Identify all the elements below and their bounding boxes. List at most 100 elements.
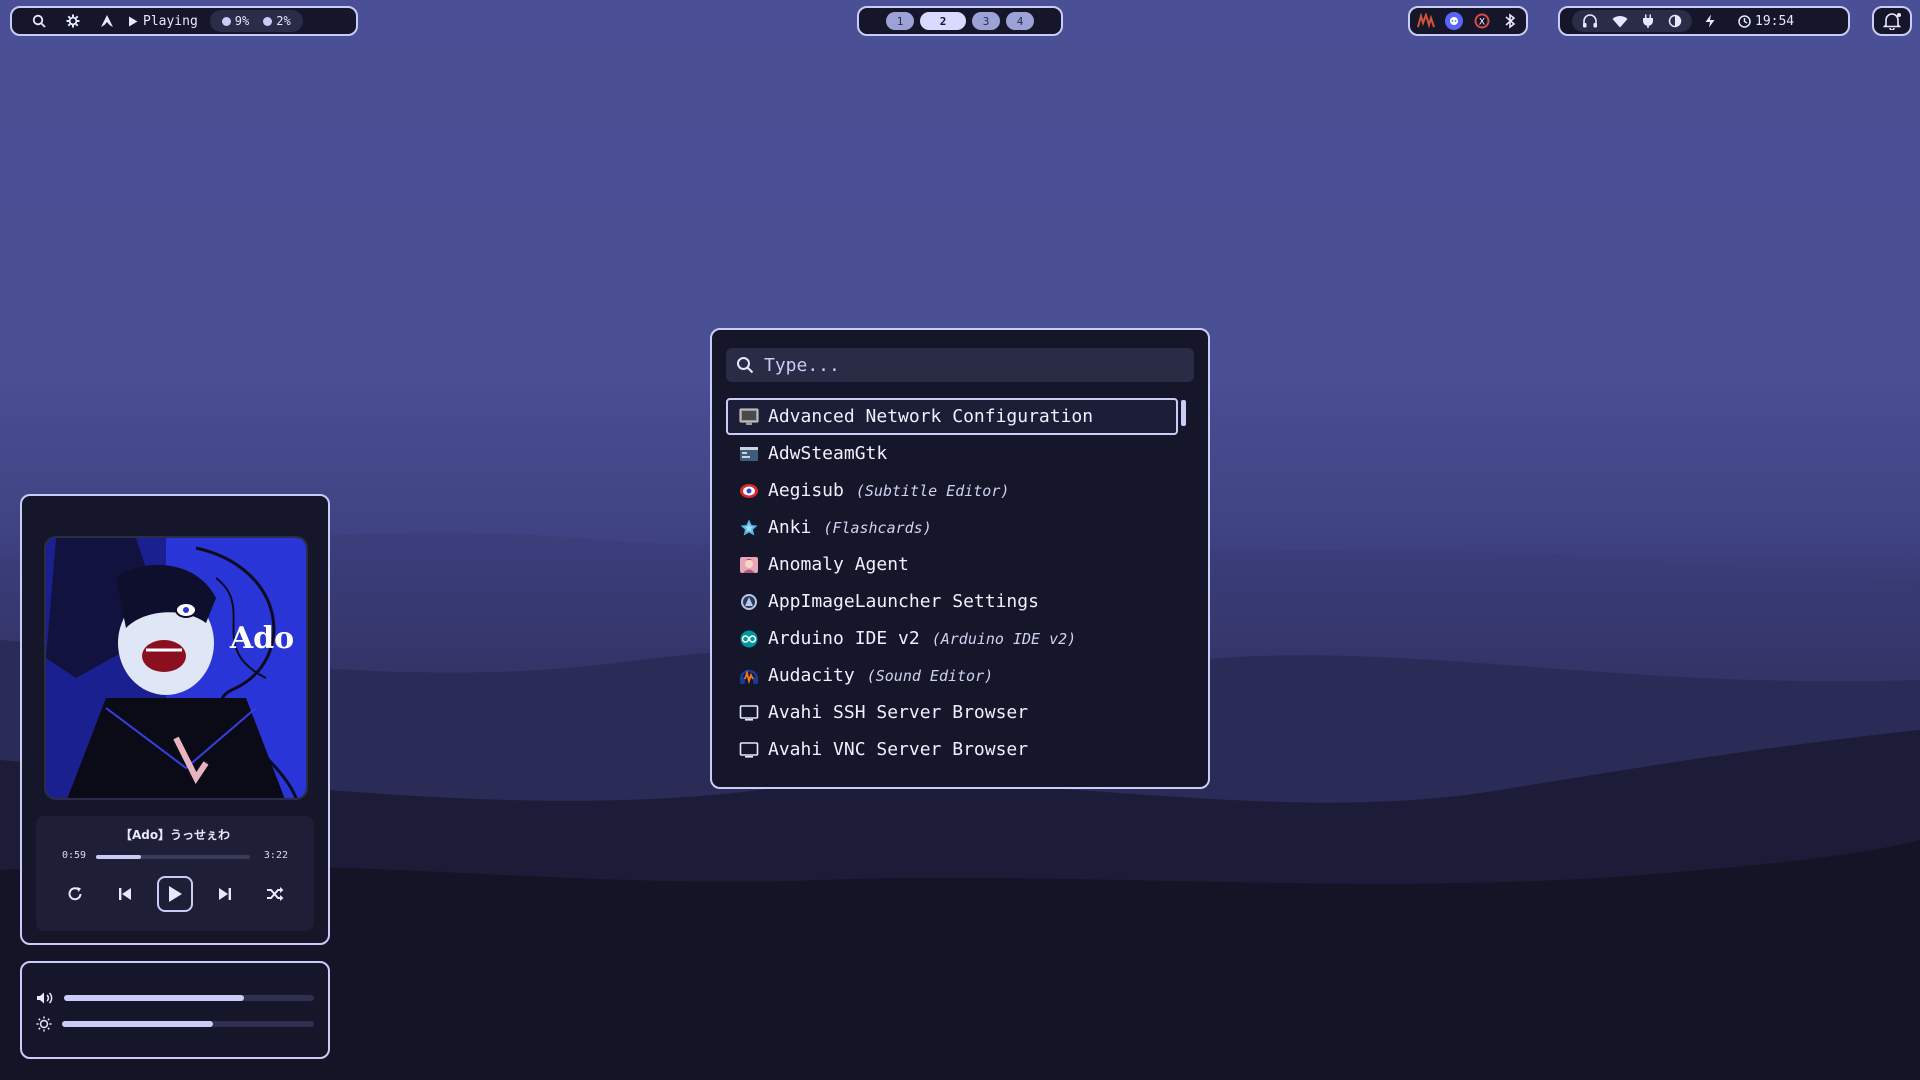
quick-sliders [20,961,330,1059]
launcher-item[interactable]: Advanced Network Configuration [726,398,1178,435]
cpu-icon [221,16,231,26]
workspace-3[interactable]: 3 [972,12,1000,30]
next-button[interactable] [207,876,243,912]
clock[interactable]: 19:54 [1738,14,1794,29]
launcher-item[interactable]: Anki (Flashcards) [726,509,1178,546]
arduino-icon [738,629,760,649]
clock-icon [1738,14,1751,28]
launcher-item-name: Advanced Network Configuration [768,406,1094,427]
gear-icon[interactable] [56,8,90,34]
launcher-item-name: Avahi SSH Server Browser [768,702,1029,723]
memory-usage: 2% [276,14,291,28]
search-icon [736,356,754,374]
memory-icon [263,16,273,26]
monitor-icon [738,740,760,760]
cpu-usage: 9% [234,14,250,28]
app-tray-icon[interactable]: X [1473,12,1491,30]
shuffle-button[interactable] [257,876,293,912]
launcher-item[interactable]: Audacity (Sound Editor) [726,657,1178,694]
aegisub-icon [738,481,760,501]
status-icons [1572,10,1692,32]
progress-fill [96,855,141,859]
workspace-1[interactable]: 1 [886,12,914,30]
launcher-item-name: AdwSteamGtk [768,443,888,464]
appimage-icon [738,592,760,612]
skip-next-icon [217,886,233,902]
launcher-item[interactable]: Aegisub (Subtitle Editor) [726,472,1178,509]
launcher-item-name: Audacity [768,665,855,686]
shuffle-icon [266,886,284,902]
song-title: 【Ado】うっせぇわ [119,828,231,842]
search-icon[interactable] [22,8,56,34]
bell-icon [1883,12,1901,30]
previous-button[interactable] [107,876,143,912]
power-plug-icon[interactable] [1642,14,1654,28]
album-cover: Ado [44,536,308,800]
workspace-2[interactable]: 2 [920,12,966,30]
elapsed-time: 0:59 [62,850,87,861]
power-profile-icon[interactable] [1704,14,1716,28]
launcher-search [726,348,1194,382]
media-status[interactable]: Playing [128,14,198,29]
play-icon [128,16,138,27]
launcher-item-description: (Sound Editor) [866,666,994,685]
system-indicators: 19:54 [1558,6,1850,36]
arch-logo-icon[interactable] [90,8,124,34]
media-controls: 【Ado】うっせぇわ 0:59 3:22 [36,816,314,931]
audio-visualizer-tray-icon[interactable] [1417,12,1435,30]
volume-fill [64,995,244,1001]
workspace-4[interactable]: 4 [1006,12,1034,30]
launcher-item-description: (Subtitle Editor) [855,481,1010,500]
topbar-left: Playing 9% 2% [10,6,358,36]
discord-tray-icon[interactable] [1445,12,1463,30]
launcher-item[interactable]: Anomaly Agent [726,546,1178,583]
launcher-item[interactable]: Avahi SSH Server Browser [726,694,1178,731]
launcher-item-name: Aegisub [768,480,844,501]
bluetooth-tray-icon[interactable] [1501,12,1519,30]
volume-icon [36,991,54,1005]
play-button[interactable] [157,876,193,912]
brightness-fill [62,1021,214,1027]
notifications-button[interactable] [1872,6,1912,36]
clock-time: 19:54 [1755,13,1795,29]
steam-gtk-icon [738,444,760,464]
launcher-item-name: Anomaly Agent [768,554,909,575]
volume-slider[interactable] [64,995,314,1001]
launcher-item-name: AppImageLauncher Settings [768,591,1039,612]
anki-icon [738,518,760,538]
repeat-icon [66,885,84,903]
launcher-item-name: Arduino IDE v2 [768,628,920,649]
workspace-switcher: 1 2 3 4 [857,6,1063,36]
launcher-item-description: (Flashcards) [823,518,932,537]
svg-text:X: X [1479,18,1485,28]
cover-artist-text: Ado [229,621,294,656]
launcher-item[interactable]: Avahi VNC Server Browser [726,731,1178,768]
skip-previous-icon [117,886,133,902]
app-launcher: Advanced Network Configuration AdwSteamGt… [710,328,1210,789]
launcher-item[interactable]: Arduino IDE v2 (Arduino IDE v2) [726,620,1178,657]
brightness-row [36,1011,314,1037]
repeat-button[interactable] [57,876,93,912]
playing-label: Playing [143,13,198,29]
headphones-icon[interactable] [1582,14,1598,28]
wifi-icon[interactable] [1612,15,1628,28]
play-icon [167,885,183,903]
total-time: 3:22 [263,850,288,861]
launcher-item-name: Anki [768,517,812,538]
progress-bar[interactable] [96,855,250,859]
launcher-item[interactable]: AppImageLauncher Settings [726,583,1178,620]
system-tray: X [1408,6,1528,36]
audacity-icon [738,666,760,686]
launcher-results: Advanced Network Configuration AdwSteamGt… [726,398,1194,768]
launcher-item[interactable]: AdwSteamGtk [726,435,1178,472]
launcher-item-name: Avahi VNC Server Browser [768,739,1029,760]
scrollbar-thumb[interactable] [1181,400,1186,426]
night-light-icon[interactable] [1668,14,1682,28]
brightness-icon [36,1016,52,1032]
brightness-slider[interactable] [62,1021,314,1027]
media-player: Ado 【Ado】うっせぇわ 0:59 3:22 [20,494,330,945]
network-icon [738,407,760,427]
anomaly-agent-icon [738,555,760,575]
launcher-item-description: (Arduino IDE v2) [931,629,1077,648]
launcher-search-input[interactable] [764,354,1164,376]
